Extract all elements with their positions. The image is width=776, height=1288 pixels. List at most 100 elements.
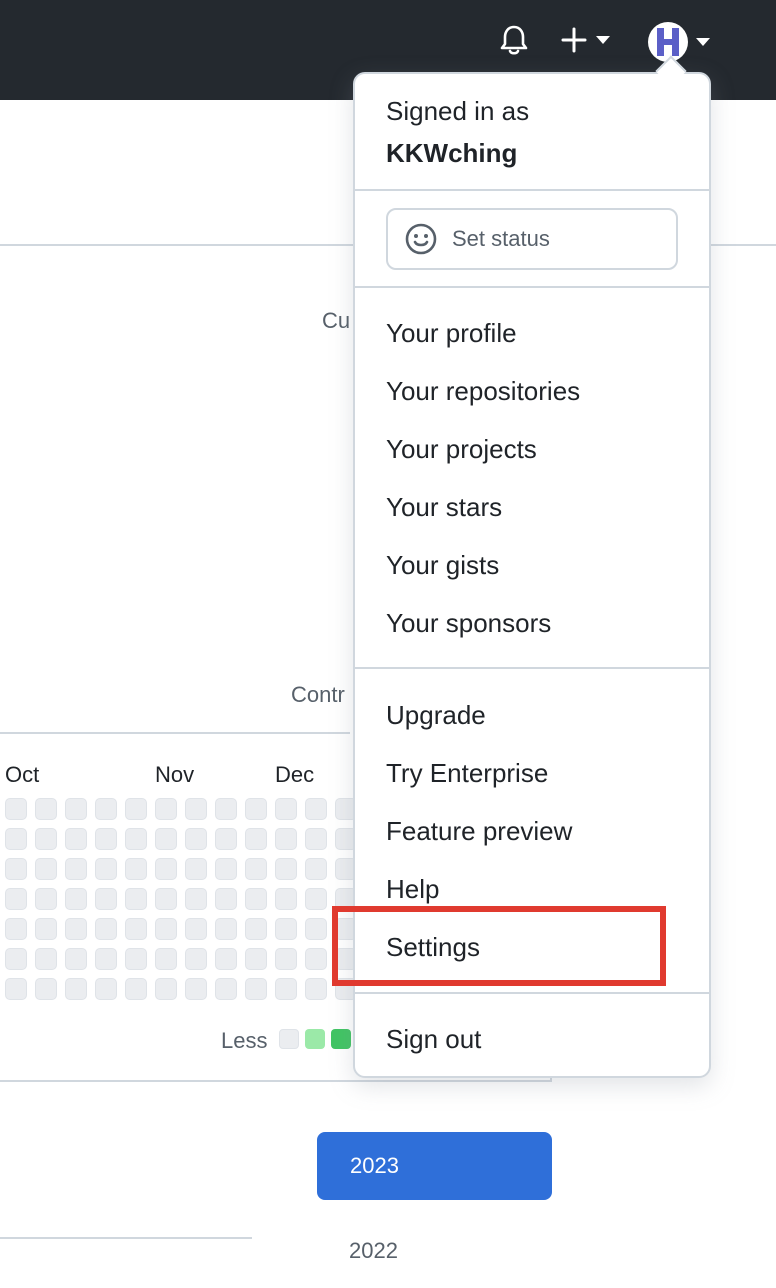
contribution-cell[interactable] [215, 948, 237, 970]
contribution-cell[interactable] [275, 828, 297, 850]
contribution-cell[interactable] [5, 948, 27, 970]
contribution-cell[interactable] [35, 798, 57, 820]
contribution-cell[interactable] [95, 948, 117, 970]
menu-divider [355, 992, 709, 994]
contribution-cell[interactable] [275, 858, 297, 880]
contribution-cell[interactable] [185, 888, 207, 910]
set-status-button[interactable]: Set status [386, 208, 678, 270]
contribution-cell[interactable] [185, 828, 207, 850]
contribution-cell[interactable] [155, 888, 177, 910]
contribution-cell[interactable] [65, 918, 87, 940]
contribution-cell[interactable] [125, 888, 147, 910]
contribution-cell[interactable] [215, 918, 237, 940]
menu-divider [355, 189, 709, 191]
contribution-cell[interactable] [245, 888, 267, 910]
contribution-cell[interactable] [35, 858, 57, 880]
contribution-cell[interactable] [65, 948, 87, 970]
contribution-cell[interactable] [305, 858, 327, 880]
notifications-button[interactable] [494, 20, 534, 60]
contribution-cell[interactable] [125, 858, 147, 880]
contribution-cell[interactable] [215, 888, 237, 910]
contribution-cell[interactable] [125, 978, 147, 1000]
contribution-cell[interactable] [245, 798, 267, 820]
contribution-cell[interactable] [305, 888, 327, 910]
settings-highlight-box [332, 906, 666, 986]
contribution-cell[interactable] [65, 828, 87, 850]
contribution-cell[interactable] [185, 918, 207, 940]
contribution-cell[interactable] [215, 798, 237, 820]
contribution-cell[interactable] [275, 798, 297, 820]
avatar-identicon-icon [657, 28, 679, 56]
contribution-cell[interactable] [35, 888, 57, 910]
contribution-cell[interactable] [185, 858, 207, 880]
contribution-cell[interactable] [215, 828, 237, 850]
contribution-cell[interactable] [125, 918, 147, 940]
contribution-cell[interactable] [275, 978, 297, 1000]
contribution-cell[interactable] [35, 978, 57, 1000]
contribution-cell[interactable] [185, 798, 207, 820]
contribution-cell[interactable] [125, 828, 147, 850]
contribution-cell[interactable] [95, 918, 117, 940]
contribution-cell[interactable] [275, 948, 297, 970]
menu-item-upgrade[interactable]: Upgrade [386, 700, 486, 731]
contribution-cell[interactable] [305, 798, 327, 820]
contribution-cell[interactable] [5, 858, 27, 880]
contribution-cell[interactable] [275, 888, 297, 910]
year-2023-button[interactable]: 2023 [317, 1132, 552, 1200]
contribution-cell[interactable] [65, 798, 87, 820]
contribution-cell[interactable] [95, 798, 117, 820]
year-2022-link[interactable]: 2022 [349, 1238, 398, 1264]
contribution-cell[interactable] [5, 798, 27, 820]
contribution-cell[interactable] [245, 828, 267, 850]
contribution-cell[interactable] [95, 978, 117, 1000]
contribution-cell[interactable] [155, 978, 177, 1000]
contribution-cell[interactable] [215, 978, 237, 1000]
menu-item-your-sponsors[interactable]: Your sponsors [386, 608, 551, 639]
menu-item-try-enterprise[interactable]: Try Enterprise [386, 758, 548, 789]
contribution-cell[interactable] [275, 918, 297, 940]
contribution-cell[interactable] [35, 828, 57, 850]
contribution-cell[interactable] [215, 858, 237, 880]
contribution-cell[interactable] [155, 918, 177, 940]
contribution-cell[interactable] [155, 858, 177, 880]
contribution-cell[interactable] [65, 888, 87, 910]
create-new-button[interactable] [560, 20, 610, 60]
contribution-cell[interactable] [5, 888, 27, 910]
menu-item-your-profile[interactable]: Your profile [386, 318, 517, 349]
menu-item-your-stars[interactable]: Your stars [386, 492, 502, 523]
contribution-cell[interactable] [245, 858, 267, 880]
contribution-cell[interactable] [125, 798, 147, 820]
menu-item-your-projects[interactable]: Your projects [386, 434, 537, 465]
contribution-cell[interactable] [125, 948, 147, 970]
contribution-cell[interactable] [155, 828, 177, 850]
contribution-cell[interactable] [5, 978, 27, 1000]
menu-item-help[interactable]: Help [386, 874, 439, 905]
contribution-cell[interactable] [5, 918, 27, 940]
contribution-cell[interactable] [5, 828, 27, 850]
contribution-cell[interactable] [245, 948, 267, 970]
contribution-cell[interactable] [155, 948, 177, 970]
contribution-cell[interactable] [245, 918, 267, 940]
contribution-cell[interactable] [35, 948, 57, 970]
menu-item-sign-out[interactable]: Sign out [386, 1024, 481, 1055]
menu-item-feature-preview[interactable]: Feature preview [386, 816, 572, 847]
contribution-cell[interactable] [305, 918, 327, 940]
contribution-cell[interactable] [305, 978, 327, 1000]
contribution-cell[interactable] [305, 948, 327, 970]
menu-item-your-gists[interactable]: Your gists [386, 550, 499, 581]
user-menu-button[interactable] [648, 20, 710, 64]
contribution-cell[interactable] [95, 828, 117, 850]
contribution-cell[interactable] [65, 978, 87, 1000]
contribution-cell[interactable] [95, 858, 117, 880]
contribution-cell[interactable] [185, 948, 207, 970]
contribution-cell[interactable] [305, 828, 327, 850]
menu-item-your-repositories[interactable]: Your repositories [386, 376, 580, 407]
contribution-cell[interactable] [245, 978, 267, 1000]
contribution-cell[interactable] [185, 978, 207, 1000]
contribution-cell[interactable] [95, 888, 117, 910]
calendar-border-bottom [0, 1080, 552, 1082]
smiley-icon [405, 223, 437, 255]
contribution-cell[interactable] [65, 858, 87, 880]
contribution-cell[interactable] [155, 798, 177, 820]
contribution-cell[interactable] [35, 918, 57, 940]
